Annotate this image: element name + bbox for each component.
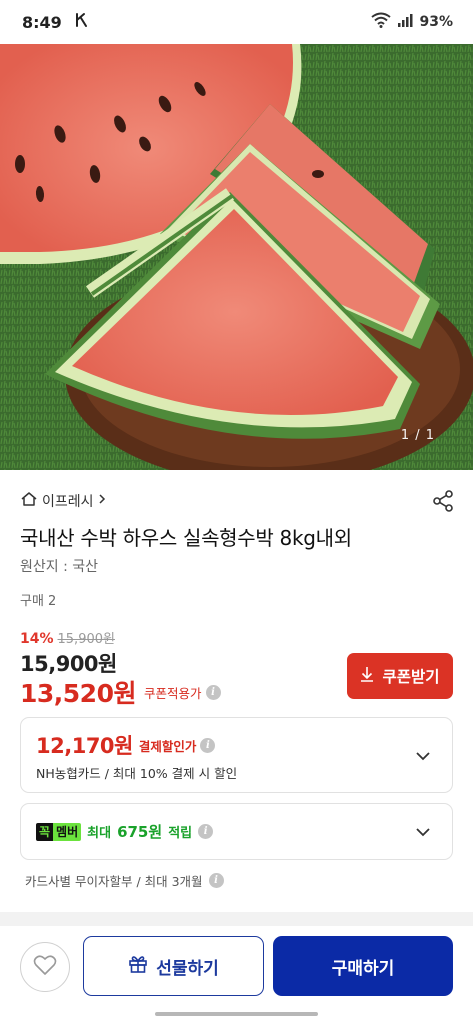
purchase-count: 구매 2 [20,594,57,609]
chevron-down-icon[interactable] [414,747,432,765]
coupon-button-label: 쿠폰받기 [382,669,440,686]
chevron-right-icon [98,493,106,509]
payment-discount-price: 12,170원 [36,734,133,758]
membership-box[interactable]: 꼭 멤버 최대 675원 적립 i [20,803,453,860]
gift-button-label: 선물하기 [156,958,219,978]
signal-icon [397,12,413,32]
wishlist-button[interactable] [20,942,70,992]
store-link[interactable]: 이프레시 [20,491,106,511]
home-icon [20,491,38,511]
membership-badge: 꼭 멤버 [36,822,82,841]
image-page-indicator: 1 / 1 [400,428,435,443]
battery-level: 93% [419,14,453,30]
product-title: 국내산 수박 하우스 실속형수박 8kg내외 [20,526,352,550]
store-name: 이프레시 [42,494,94,510]
download-icon [360,666,374,687]
membership-badge-part1: 꼭 [36,822,54,841]
coupon-applied-label: 쿠폰적용가 i [144,683,221,702]
membership-suffix: 적립 [168,826,193,841]
info-icon[interactable]: i [200,737,216,753]
coupon-applied-text: 쿠폰적용가 [143,685,202,701]
chevron-down-icon[interactable] [414,823,432,841]
gift-button[interactable]: 선물하기 [83,936,264,996]
gift-icon [128,954,148,979]
buy-button-label: 구매하기 [331,958,395,978]
wifi-icon [371,12,392,32]
payment-price-row: 12,170원 결제할인가 i [36,730,216,760]
membership-amount: 675원 [117,823,163,841]
installment-info: 카드사별 무이자할부 / 최대 3개월 i [25,871,224,890]
payment-discount-text: 결제할인가 [138,738,197,754]
share-icon[interactable] [431,489,455,513]
coupon-price-row: 13,520원 쿠폰적용가 i [20,674,221,710]
product-image[interactable]: 1 / 1 [0,44,473,470]
payment-discount-description: NH농협카드 / 최대 10% 결제 시 할인 [36,766,238,781]
product-origin: 원산지 : 국산 [20,559,99,575]
bottom-action-bar: 선물하기 구매하기 [0,926,473,1024]
membership-badge-part2: 멤버 [53,822,82,841]
section-divider [0,912,473,926]
membership-row: 꼭 멤버 최대 675원 적립 i [36,821,214,842]
status-time: 8:49 [22,12,62,32]
discount-row: 14% 15,900원 [20,628,115,647]
home-indicator[interactable] [155,1012,318,1016]
info-icon[interactable]: i [198,824,214,839]
info-icon[interactable]: i [205,684,221,700]
notification-icon [74,12,90,32]
buy-button[interactable]: 구매하기 [273,936,453,996]
status-bar: 8:49 93% [0,0,473,44]
payment-discount-label: 결제할인가 i [139,736,216,755]
coupon-price: 13,520원 [20,679,136,708]
original-price: 15,900원 [57,632,115,647]
membership-prefix: 최대 [87,826,112,841]
installment-text: 카드사별 무이자할부 / 최대 3개월 [25,874,203,889]
discount-rate: 14% [20,631,54,647]
heart-icon [33,954,57,980]
store-row: 이프레시 [20,490,455,512]
payment-discount-box[interactable]: 12,170원 결제할인가 i NH농협카드 / 최대 10% 결제 시 할인 [20,717,453,793]
info-icon[interactable]: i [208,873,224,888]
coupon-download-button[interactable]: 쿠폰받기 [347,653,453,699]
